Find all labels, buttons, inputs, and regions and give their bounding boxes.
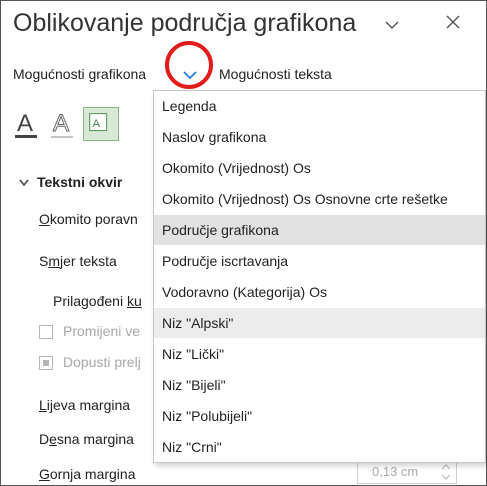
top-margin-value: 0,13 cm — [372, 464, 419, 479]
top-margin-label: Gornja margina — [39, 466, 136, 482]
chart-elements-dropdown: Legenda Naslov grafikona Okomito (Vrijed… — [153, 90, 486, 463]
text-outline-icon[interactable]: A — [49, 107, 77, 143]
format-pane: Oblikovanje područja grafikona Mogućnost… — [0, 0, 487, 486]
allow-overflow-checkbox[interactable] — [39, 356, 53, 370]
right-margin-label: Desna margina — [39, 431, 134, 447]
dropdown-item-legend[interactable]: Legenda — [154, 91, 485, 121]
svg-text:A: A — [53, 110, 69, 137]
text-effects-icon[interactable]: A — [83, 107, 119, 141]
dropdown-item-chart-area[interactable]: Područje grafikona — [154, 215, 485, 245]
dropdown-item-series-licki[interactable]: Niz "Lički" — [154, 339, 485, 369]
svg-text:A: A — [93, 118, 101, 130]
dropdown-item-plot-area[interactable]: Područje iscrtavanja — [154, 246, 485, 276]
dropdown-item-chart-title[interactable]: Naslov grafikona — [154, 122, 485, 152]
text-format-icons: A A A — [1, 101, 161, 151]
options-row: Mogućnosti grafikona Mogućnosti teksta — [1, 61, 486, 89]
chart-options-tab[interactable]: Mogućnosti grafikona — [13, 66, 146, 82]
section-title: Tekstni okvir — [37, 174, 123, 190]
left-margin-label: Lijeva margina — [39, 397, 131, 413]
text-options-tab[interactable]: Mogućnosti teksta — [219, 66, 332, 82]
dropdown-item-series-alpski[interactable]: Niz "Alpski" — [154, 308, 485, 338]
text-fill-icon[interactable]: A — [13, 107, 41, 143]
resize-shape-checkbox[interactable] — [39, 325, 53, 339]
svg-text:A: A — [17, 110, 33, 137]
chevron-down-icon[interactable] — [384, 17, 400, 33]
dropdown-item-vertical-axis[interactable]: Okomito (Vrijednost) Os — [154, 153, 485, 183]
pane-title: Oblikovanje područja grafikona — [13, 9, 357, 37]
vertical-alignment-label: Okomito poravn — [39, 211, 138, 227]
allow-overflow-label: Dopusti prelj — [63, 354, 141, 370]
text-direction-label: Smjer teksta — [39, 253, 117, 269]
dropdown-item-series-crni[interactable]: Niz "Crni" — [154, 432, 485, 462]
chevron-down-icon — [19, 179, 29, 187]
dropdown-item-vertical-axis-gridlines[interactable]: Okomito (Vrijednost) Os Osnovne crte reš… — [154, 184, 485, 214]
dropdown-item-series-polubijeli[interactable]: Niz "Polubijeli" — [154, 401, 485, 431]
spinner-arrows-icon[interactable] — [436, 461, 456, 483]
close-icon[interactable] — [444, 13, 462, 31]
text-box-section-header[interactable]: Tekstni okvir — [19, 174, 122, 190]
highlight-circle — [165, 41, 213, 89]
dropdown-item-horizontal-axis[interactable]: Vodoravno (Kategorija) Os — [154, 277, 485, 307]
dropdown-item-series-bijeli[interactable]: Niz "Bijeli" — [154, 370, 485, 400]
resize-shape-label: Promijeni ve — [63, 323, 141, 339]
custom-angle-label: Prilagođeni ku — [53, 293, 142, 309]
top-margin-spinner[interactable]: 0,13 cm — [357, 460, 457, 484]
